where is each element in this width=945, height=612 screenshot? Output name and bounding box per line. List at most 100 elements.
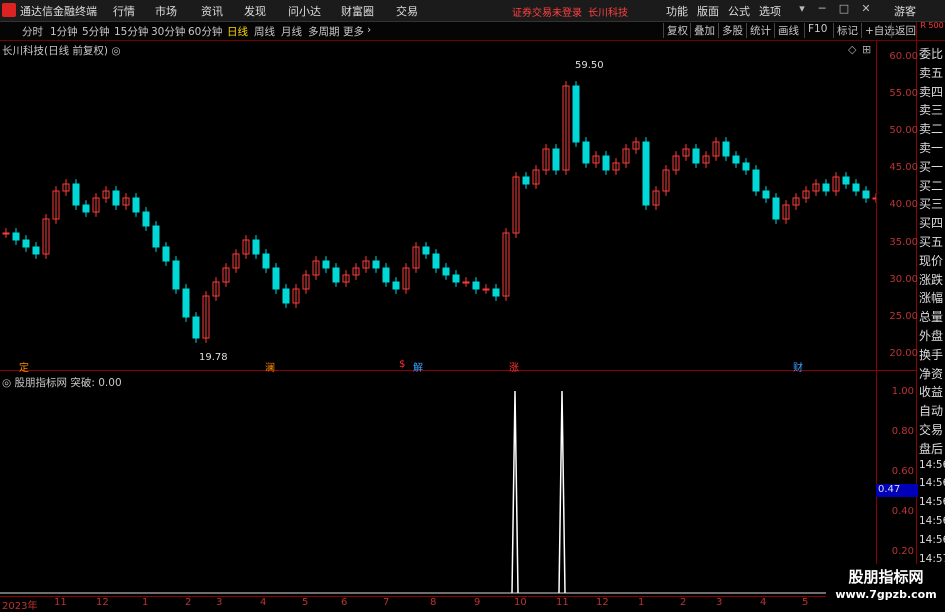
guest-label[interactable]: 游客 [894,3,916,19]
period-tab-active[interactable]: 日线 [227,24,248,39]
quote-panel-label: 外盘 [919,329,944,343]
candle-body [272,267,280,290]
date-tick: 4 [760,597,767,608]
tool-button[interactable]: 标记 [833,23,858,38]
date-tick: 4 [260,597,267,608]
indicator-tick: 0.80 [891,426,914,437]
tool-button[interactable]: 统计 [746,23,771,38]
period-tab[interactable]: 1分钟 [50,24,78,39]
tool-button[interactable]: 画线 [774,23,799,38]
period-tab[interactable]: 30分钟 [151,24,185,39]
menu-item-quotes[interactable]: 行情 [113,3,135,19]
quote-panel-label: 买四 [919,216,944,231]
period-tab[interactable]: 更多 [343,24,364,39]
date-tick: 6 [341,597,348,608]
dropdown-icon[interactable]: ▾ [795,2,809,18]
candle-body [32,246,40,255]
menu-item-market[interactable]: 市场 [155,3,177,19]
quote-panel-label: 盘后 [919,441,944,456]
menu-item-wealth[interactable]: 财富圈 [341,3,374,19]
period-tab[interactable]: 60分钟 [188,24,222,39]
stock-name: 长川科技 [588,8,628,19]
indicator-spike [511,390,519,594]
candle-body [192,316,200,339]
quote-panel-label: 涨跌 [919,272,944,287]
candle-body [262,253,270,269]
tool-button[interactable]: 叠加 [690,23,715,38]
candle-body [112,190,120,206]
login-warning[interactable]: 证券交易未登录 [512,4,582,19]
indicator-chart[interactable] [0,371,876,597]
date-tick: 9 [474,597,481,608]
date-tick: 8 [430,597,437,608]
app-title: 通达信金融终端 [20,5,97,18]
candle-body [642,141,650,206]
tool-button[interactable]: F10 [804,23,827,38]
period-tab[interactable]: 月线 [281,24,302,39]
price-tick: 55.00 [889,88,918,99]
chevron-right-icon[interactable]: › [367,24,371,36]
price-tick: 35.00 [889,237,918,248]
quote-panel-label: 卖二 [919,122,944,137]
candle-body [482,288,490,291]
price-tick: 25.00 [889,311,918,322]
close-icon[interactable]: ✕ [859,2,873,18]
candle-body [822,183,830,192]
low-price-label: 19.78 [199,352,228,363]
price-tick: 45.00 [889,162,918,173]
menu-item-news[interactable]: 资讯 [201,3,223,19]
price-chart[interactable] [0,41,876,369]
tool-button[interactable]: 复权 [663,23,688,38]
date-axis-line [0,596,876,597]
menu-item-layout[interactable]: 版面 [697,3,719,19]
period-tab[interactable]: 分时 [22,24,43,39]
candle-body [22,239,30,248]
quote-panel-label: 14:56 [919,533,945,546]
date-tick: 1 [638,597,645,608]
quote-panel-label: 净资 [919,366,944,381]
menu-item-ask[interactable]: 问小达 [288,3,321,19]
menu-item-trade[interactable]: 交易 [396,3,418,19]
period-tab[interactable]: 5分钟 [82,24,110,39]
menu-item-discover[interactable]: 发现 [244,3,266,19]
minimize-icon[interactable]: ─ [815,2,829,18]
tool-button[interactable]: 返回 [891,23,916,38]
candle-body [2,232,10,235]
candle-body [752,169,760,192]
tool-button[interactable]: 多股 [718,23,743,38]
date-tick: 7 [383,597,390,608]
date-tick: 2 [680,597,687,608]
tool-button[interactable]: +自选 [861,23,895,38]
date-tick: 5 [302,597,309,608]
top-right-box: R 500 [920,21,944,30]
date-tick: 11 [556,597,569,608]
period-tab[interactable]: 周线 [254,24,275,39]
period-tab[interactable]: 多周期 [308,24,340,39]
candle-body [582,141,590,164]
menu-item-function[interactable]: 功能 [666,3,688,19]
candle-body [862,190,870,199]
quote-panel-label: 14:56 [919,496,945,509]
period-tab[interactable]: 15分钟 [114,24,148,39]
event-badge[interactable]: $ [398,359,406,370]
menu-item-options[interactable]: 选项 [759,3,781,19]
watermark-title: 股朋指标网 [848,568,924,586]
candle-body [372,260,380,269]
maximize-icon[interactable]: □ [837,2,851,18]
indicator-tick: 1.00 [891,386,914,397]
high-price-label: 59.50 [575,60,604,71]
app-logo-icon [2,3,16,17]
date-tick: 3 [716,597,723,608]
date-tick: 12 [96,597,109,608]
candle-body [452,274,460,283]
candle-body [692,148,700,164]
date-tick: 2 [185,597,192,608]
menu-item-formula[interactable]: 公式 [728,3,750,19]
price-tick: 60.00 [889,51,918,62]
candle-body [332,267,340,283]
candle-body [382,267,390,283]
current-value-badge: 0.47 [876,484,918,497]
candle-body [842,176,850,185]
indicator-tick: 0.40 [891,506,914,517]
quote-panel-label: 买五 [919,235,944,249]
